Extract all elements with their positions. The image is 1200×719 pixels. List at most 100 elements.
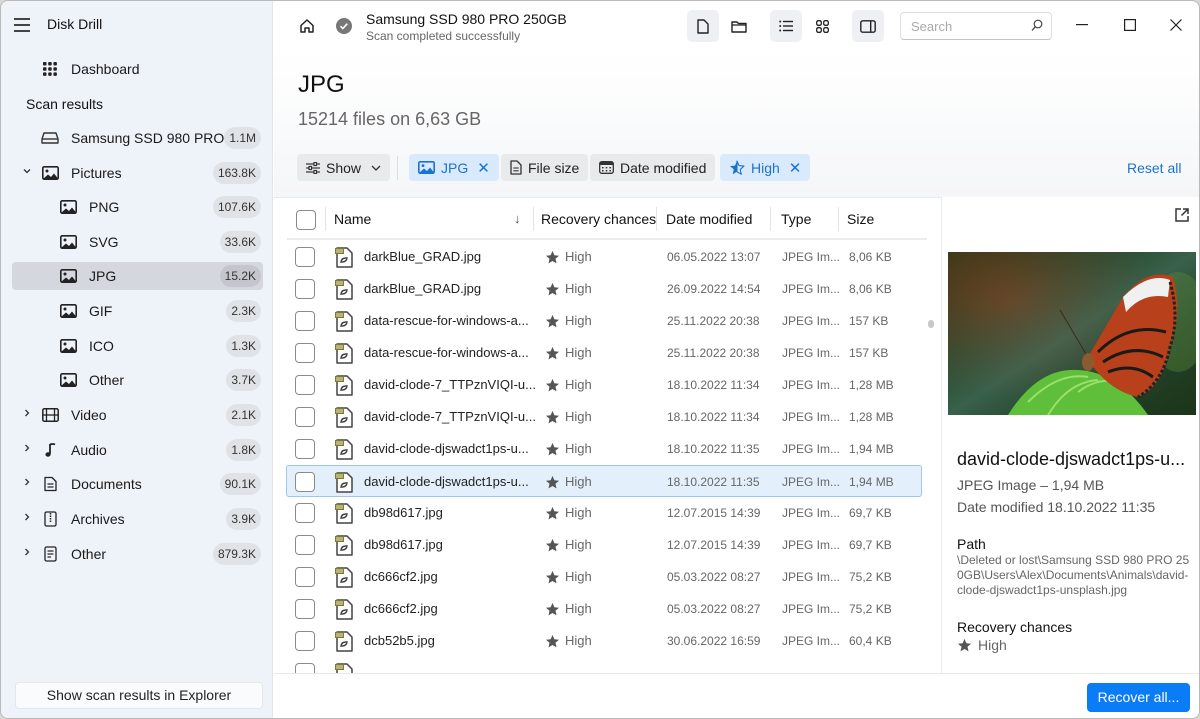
preview-image-butterfly <box>948 252 1196 415</box>
chevron-right-icon[interactable] <box>21 408 33 420</box>
file-size: 60,4 KB <box>849 634 892 648</box>
sort-descending-icon[interactable]: ↓ <box>514 211 521 226</box>
file-name: dc666cf2.jpg <box>364 601 438 616</box>
recovery-value: High <box>565 601 592 616</box>
reset-all-link[interactable]: Reset all <box>1127 160 1181 176</box>
sidebar-item-gif[interactable]: GIF 2.3K <box>12 297 263 325</box>
filter-chip-high[interactable]: High ✕ <box>720 154 811 181</box>
file-type: JPEG Im... <box>782 506 841 520</box>
sidebar-item-documents[interactable]: Documents 90.1K <box>12 470 263 498</box>
table-row[interactable]: david-clode-djswadct1ps-u... High 18.10.20… <box>287 433 923 465</box>
picture-icon <box>59 233 77 251</box>
row-checkbox[interactable] <box>295 567 315 587</box>
file-type: JPEG Im... <box>782 282 841 296</box>
show-label: Show <box>326 159 362 176</box>
remove-filter-icon[interactable]: ✕ <box>477 159 490 177</box>
column-header-recovery-chances[interactable]: Recovery chances <box>541 211 656 227</box>
row-checkbox[interactable] <box>295 472 315 492</box>
row-checkbox[interactable] <box>295 631 315 651</box>
sidebar-item-jpg[interactable]: JPG 15.2K <box>12 262 263 290</box>
preview-file-name: david-clode-djswadct1ps-u... <box>957 449 1186 469</box>
grid-view-button[interactable] <box>806 10 838 42</box>
row-checkbox[interactable] <box>295 343 315 363</box>
document-icon <box>41 475 59 493</box>
list-view-button[interactable] <box>770 10 802 42</box>
chevron-down-icon[interactable] <box>21 166 33 178</box>
maximize-button[interactable] <box>1107 11 1153 39</box>
chevron-right-icon[interactable] <box>21 443 33 455</box>
close-button[interactable] <box>1153 11 1199 39</box>
filter-chip-file-size[interactable]: File size <box>501 154 589 181</box>
table-row[interactable]: db98d617.jpg High 12.07.2015 14:39 JPEG Im.… <box>287 497 923 529</box>
search-input[interactable] <box>901 13 1021 39</box>
row-checkbox[interactable] <box>295 535 315 555</box>
chevron-right-icon[interactable] <box>21 477 33 489</box>
filter-chip-date-modified[interactable]: Date modified <box>590 154 716 181</box>
row-checkbox[interactable] <box>295 375 315 395</box>
remove-filter-icon[interactable]: ✕ <box>789 159 802 177</box>
sidebar-item-png[interactable]: PNG 107.6K <box>12 193 263 221</box>
sidebar-item-label: Archives <box>71 511 125 527</box>
column-header-date-modified[interactable]: Date modified <box>666 211 752 227</box>
sidebar-item-pictures-other[interactable]: Other 3.7K <box>12 366 263 394</box>
select-all-checkbox[interactable] <box>296 210 316 230</box>
column-header-type[interactable]: Type <box>781 211 811 227</box>
sidebar-item-pictures[interactable]: Pictures 163.8K <box>12 159 263 187</box>
row-checkbox[interactable] <box>295 247 315 267</box>
sidebar-item-archives[interactable]: Archives 3.9K <box>12 505 263 533</box>
table-row[interactable]: dc666cf2.jpg High 05.03.2022 08:27 JPEG Im.… <box>287 593 923 625</box>
date-modified: 05.03.2022 08:27 <box>667 602 761 616</box>
show-dropdown-button[interactable]: Show <box>297 154 391 181</box>
jpg-file-icon <box>334 438 354 463</box>
table-row[interactable]: david-clode-djswadct1ps-u... High 18.10.20… <box>286 465 922 497</box>
table-row[interactable]: david-clode-7_TTPznVIQI-u... High 18.10.20… <box>287 401 923 433</box>
open-external-button[interactable] <box>1175 208 1189 225</box>
row-checkbox[interactable] <box>295 407 315 427</box>
star-icon <box>545 506 565 520</box>
home-button[interactable] <box>291 10 323 42</box>
row-checkbox[interactable] <box>295 663 315 673</box>
folder-view-button[interactable] <box>723 10 755 42</box>
row-checkbox[interactable] <box>295 599 315 619</box>
minimize-button[interactable] <box>1059 11 1105 39</box>
show-in-explorer-button[interactable]: Show scan results in Explorer <box>15 682 263 709</box>
column-header-size[interactable]: Size <box>847 211 874 227</box>
search-box[interactable] <box>900 12 1052 40</box>
file-type: JPEG Im... <box>782 634 841 648</box>
search-icon[interactable] <box>1031 19 1043 35</box>
table-row[interactable]: darkBlue_GRAD.jpg High 06.05.2022 13:07 JPE… <box>287 241 923 273</box>
sidebar-item-video[interactable]: Video 2.1K <box>12 401 263 429</box>
star-icon <box>545 250 565 264</box>
sidebar-item-ico[interactable]: ICO 1.3K <box>12 332 263 360</box>
menu-icon[interactable] <box>14 18 30 32</box>
recovery-chances: High <box>545 537 592 552</box>
table-row[interactable]: db98d617.jpg High 12.07.2015 14:39 JPEG Im.… <box>287 529 923 561</box>
row-checkbox[interactable] <box>295 279 315 299</box>
row-checkbox[interactable] <box>295 311 315 331</box>
jpg-file-icon <box>334 566 354 591</box>
sidebar-item-drive[interactable]: Samsung SSD 980 PRO... 1.1M <box>12 124 263 152</box>
table-row[interactable]: dc666cf2.jpg High 05.03.2022 08:27 JPEG Im.… <box>287 561 923 593</box>
column-header-name[interactable]: Name <box>334 211 371 227</box>
table-row[interactable]: david-clode-7_TTPznVIQI-u... High 18.10.20… <box>287 369 923 401</box>
recover-all-button[interactable]: Recover all... <box>1087 683 1190 712</box>
chevron-right-icon[interactable] <box>21 512 33 524</box>
filter-chip-jpg[interactable]: JPG ✕ <box>409 154 499 181</box>
table-row[interactable]: data-rescue-for-windows-a... High 25.11.20… <box>287 337 923 369</box>
row-checkbox[interactable] <box>295 503 315 523</box>
toggle-preview-pane-button[interactable] <box>852 10 884 42</box>
chevron-right-icon[interactable] <box>21 547 33 559</box>
table-row[interactable]: dcb52b5.jpg High 30.06.2022 16:59 JPEG Im..… <box>287 625 923 657</box>
recovery-chances: High <box>545 377 592 392</box>
sidebar-item-svg[interactable]: SVG 33.6K <box>12 228 263 256</box>
sidebar-item-dashboard[interactable]: Dashboard <box>12 55 263 83</box>
page-title: JPG <box>298 71 345 98</box>
sidebar-item-other[interactable]: Other 879.3K <box>12 540 263 568</box>
row-checkbox[interactable] <box>295 439 315 459</box>
table-row[interactable]: darkBlue_GRAD.jpg High 26.09.2022 14:54 JPE… <box>287 273 923 305</box>
scrollbar-thumb[interactable] <box>928 320 934 328</box>
close-icon <box>1170 19 1182 31</box>
table-row[interactable]: data-rescue-for-windows-a... High 25.11.20… <box>287 305 923 337</box>
file-view-button[interactable] <box>687 10 719 42</box>
sidebar-item-audio[interactable]: Audio 1.8K <box>12 436 263 464</box>
